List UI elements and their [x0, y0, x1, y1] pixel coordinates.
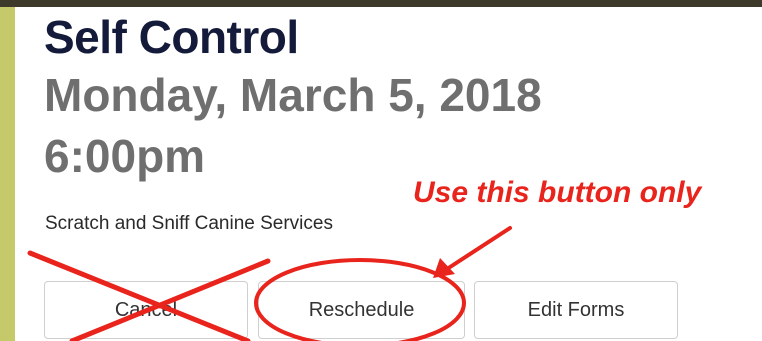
reschedule-button[interactable]: Reschedule — [258, 281, 465, 339]
left-accent-bar — [0, 7, 15, 341]
arrow-head-icon — [433, 258, 455, 278]
edit-forms-button[interactable]: Edit Forms — [474, 281, 678, 339]
arrow-shaft — [445, 226, 512, 271]
event-time: 6:00pm — [44, 130, 206, 182]
event-title: Self Control — [44, 11, 299, 63]
annotation-label: Use this button only — [413, 176, 702, 209]
provider-name: Scratch and Sniff Canine Services — [45, 213, 333, 234]
event-date: Monday, March 5, 2018 — [44, 69, 542, 121]
cancel-button[interactable]: Cancel — [44, 281, 248, 339]
top-border — [0, 0, 762, 7]
